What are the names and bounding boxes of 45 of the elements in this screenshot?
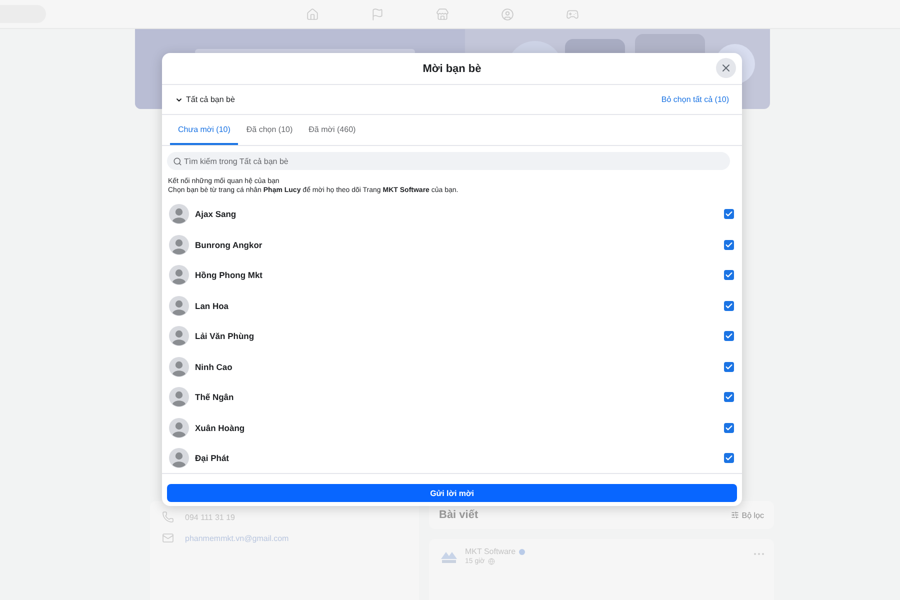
friend-name: Lan Hoa bbox=[195, 300, 230, 311]
search-field[interactable]: Tìm kiếm trong Tất cả bạn bè bbox=[167, 152, 730, 170]
globe-icon bbox=[488, 558, 495, 565]
friend-name: Lải Văn Phùng bbox=[195, 331, 256, 342]
checkbox[interactable] bbox=[724, 392, 734, 402]
filter-button[interactable]: Bộ lọc bbox=[730, 510, 764, 520]
close-button[interactable] bbox=[716, 58, 736, 78]
caret-icon bbox=[175, 96, 183, 104]
dialog-title: Mời bạn bè bbox=[422, 62, 482, 74]
mail-icon bbox=[162, 532, 175, 545]
avatar-icon bbox=[169, 204, 189, 224]
checkbox[interactable] bbox=[724, 300, 734, 311]
avatar-icon bbox=[169, 326, 189, 346]
tab[interactable]: Đã mời (460) bbox=[300, 115, 364, 145]
deselect-all-link[interactable]: Bỏ chọn tất cả (10) bbox=[661, 95, 729, 104]
friend-name: Xuân Hoàng bbox=[195, 422, 246, 433]
avatar-icon bbox=[169, 387, 189, 408]
avatar-icon bbox=[169, 356, 189, 377]
audience-dropdown[interactable]: Tất cả bạn bè bbox=[175, 95, 235, 104]
friend-name: Đại Phát bbox=[195, 453, 230, 464]
checkbox[interactable] bbox=[724, 331, 734, 342]
posts-title: Bài viết bbox=[439, 509, 478, 521]
friend-name: Bunrong Angkor bbox=[195, 240, 264, 250]
checkbox[interactable] bbox=[724, 270, 734, 280]
avatar-icon bbox=[169, 234, 189, 255]
checkbox[interactable] bbox=[724, 422, 734, 433]
avatar-icon bbox=[169, 448, 189, 468]
avatar-icon bbox=[169, 296, 189, 316]
avatar-icon bbox=[169, 418, 189, 438]
send-invites-button[interactable]: Gửi lời mời bbox=[167, 484, 737, 502]
phone-icon bbox=[162, 511, 175, 524]
close-icon bbox=[720, 62, 732, 74]
sliders-icon bbox=[730, 511, 739, 519]
friend-name: Thế Ngân bbox=[195, 392, 235, 402]
tab[interactable]: Chưa mời (10) bbox=[170, 115, 238, 145]
search-icon bbox=[173, 156, 182, 166]
tab[interactable]: Đã chọn (10) bbox=[238, 115, 301, 145]
friend-name: Ninh Cao bbox=[195, 362, 234, 372]
checkbox[interactable] bbox=[724, 453, 734, 464]
checkbox[interactable] bbox=[724, 362, 734, 372]
friend-name: Hồng Phong Mkt bbox=[195, 270, 264, 280]
avatar-icon bbox=[169, 265, 189, 286]
checkbox[interactable] bbox=[724, 209, 734, 220]
friend-name: Ajax Sang bbox=[195, 209, 238, 220]
checkbox[interactable] bbox=[724, 240, 734, 250]
